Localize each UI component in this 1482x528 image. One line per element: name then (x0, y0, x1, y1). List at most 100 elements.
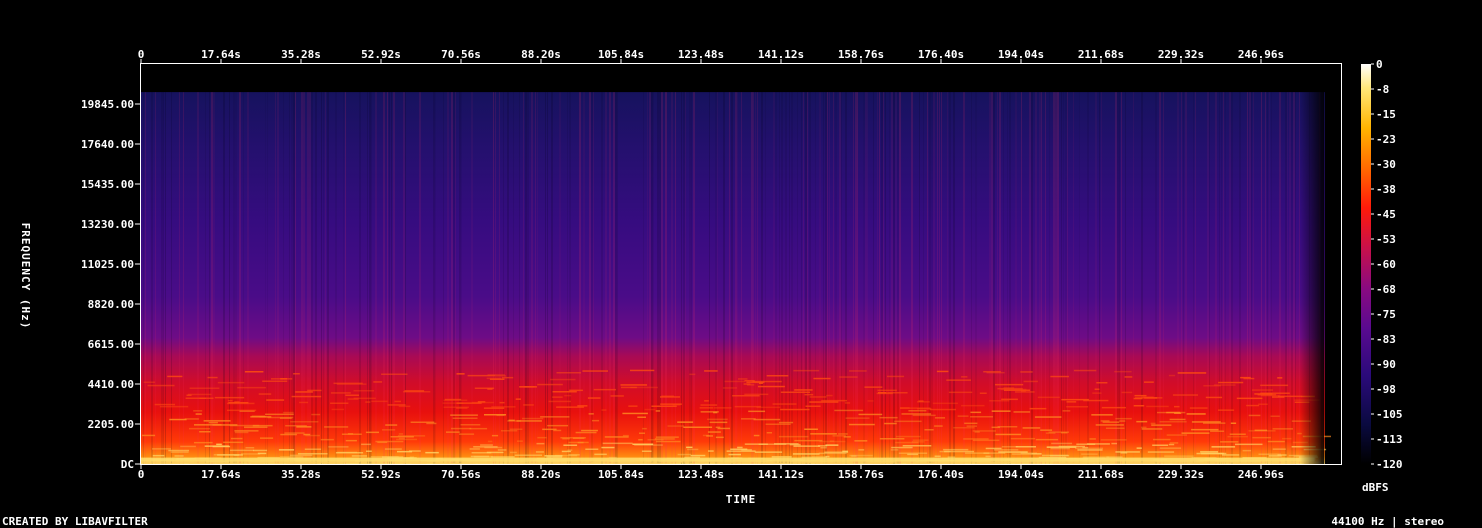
spectrogram-stripe (1269, 92, 1270, 464)
spectrogram-harmonic (1213, 384, 1236, 386)
spectrogram-harmonic (794, 439, 823, 442)
spectrogram-stripe (569, 92, 571, 464)
spectrogram-stripe (579, 92, 581, 464)
spectrogram-stripe (155, 92, 156, 464)
spectrogram-stripe (833, 92, 834, 464)
spectrogram-harmonic (594, 453, 607, 456)
spectrogram-harmonic (193, 410, 203, 412)
spectrogram-harmonic (655, 436, 679, 438)
spectrogram-harmonic (1205, 396, 1223, 399)
spectrogram-harmonic (547, 424, 569, 427)
spectrogram-harmonic (772, 403, 797, 405)
x-tick-label-top: 70.56s (441, 48, 481, 61)
spectrogram-harmonic (564, 394, 572, 397)
spectrogram-harmonic (849, 454, 873, 457)
spectrogram-harmonic (610, 395, 624, 397)
spectrogram-harmonic (330, 392, 351, 394)
x-tick-label-top: 158.76s (838, 48, 884, 61)
spectrogram-stripe (809, 92, 811, 464)
spectrogram-harmonic (562, 437, 570, 440)
spectrogram-stripe (567, 92, 568, 464)
spectrogram-harmonic (771, 456, 792, 458)
spectrogram-harmonic (1267, 461, 1279, 464)
spectrogram-harmonic (229, 449, 254, 452)
spectrogram-harmonic (1023, 380, 1038, 383)
spectrogram-harmonic (901, 413, 932, 415)
spectrogram-harmonic (985, 447, 1002, 450)
spectrogram-harmonic (1150, 422, 1156, 425)
spectrogram-stripe (615, 92, 617, 464)
spectrogram-harmonic (217, 381, 245, 384)
spectrogram-stripe (591, 92, 593, 464)
x-tick-label-bottom: 229.32s (1158, 468, 1204, 481)
spectrogram-harmonic (844, 402, 851, 404)
spectrogram-harmonic (654, 438, 675, 440)
spectrogram-harmonic (278, 449, 295, 451)
spectrogram-harmonic (1172, 394, 1198, 396)
spectrogram-harmonic (189, 427, 210, 430)
x-tick-label-top: 141.12s (758, 48, 804, 61)
spectrogram-harmonic (212, 445, 231, 448)
spectrogram-stripe (1055, 92, 1057, 464)
spectrogram-harmonic (398, 437, 405, 440)
spectrogram-harmonic (936, 370, 949, 373)
spectrogram-stripe (275, 92, 276, 464)
spectrogram-stripe (1265, 92, 1266, 464)
spectrogram-stripe (359, 92, 361, 464)
spectrogram-harmonic (324, 426, 349, 428)
spectrogram-harmonic (753, 418, 781, 421)
spectrogram-stripe (1219, 92, 1220, 464)
spectrogram-harmonic (1169, 442, 1179, 444)
spectrogram-stripe (559, 92, 561, 464)
spectrogram-harmonic (867, 400, 874, 402)
y-tick-label: 6615.00 (88, 338, 134, 351)
spectrogram-stripe (419, 92, 421, 464)
spectrogram-stripe (893, 92, 895, 464)
spectrogram-harmonic (651, 405, 677, 407)
spectrogram-harmonic (746, 381, 765, 384)
spectrogram-stripe (805, 92, 807, 464)
spectrogram-harmonic (569, 389, 583, 392)
spectrogram-stripe (1015, 92, 1017, 464)
x-axis-top: 0 17.64s 35.28s 52.92s 70.56s 88.20s 105.84s 12… (138, 48, 1284, 63)
spectrogram-harmonic (1191, 428, 1219, 431)
spectrogram-harmonic (700, 404, 718, 406)
spectrogram-stripe (1289, 92, 1291, 464)
x-tick-label-bottom: 176.40s (918, 468, 964, 481)
spectrogram-stripe (1073, 92, 1074, 464)
spectrogram-harmonic (487, 440, 493, 443)
spectrogram-harmonic (593, 388, 616, 391)
spectrogram-harmonic (1235, 443, 1263, 446)
spectrogram-harmonic (995, 433, 1022, 436)
spectrogram-harmonic (291, 395, 322, 398)
spectrogram-harmonic (965, 452, 990, 454)
spectrogram-stripe (233, 92, 235, 464)
spectrogram-harmonic (637, 416, 646, 418)
spectrogram-stripe (405, 92, 406, 464)
x-tick-label-bottom: 52.92s (361, 468, 401, 481)
spectrogram-harmonic (1141, 396, 1154, 398)
spectrogram-harmonic (858, 413, 883, 416)
spectrogram-harmonic (700, 411, 719, 413)
spectrogram-harmonic (234, 454, 239, 456)
x-axis-title: TIME (726, 493, 757, 506)
spectrogram-stripe (1065, 92, 1067, 464)
spectrogram-stripe (997, 92, 998, 464)
spectrogram-stripe (649, 92, 651, 464)
spectrogram-stripe (435, 92, 436, 464)
spectrogram-harmonic (1105, 427, 1125, 429)
spectrogram-harmonic (1141, 428, 1163, 430)
spectrogram-harmonic (1066, 406, 1089, 408)
spectrogram-harmonic (604, 436, 629, 438)
spectrogram-harmonic (1252, 436, 1271, 439)
spectrogram-stripe (145, 92, 146, 464)
spectrogram-harmonic (677, 453, 691, 456)
spectrogram-harmonic (501, 376, 514, 379)
spectrogram-stripe (527, 92, 529, 464)
spectrogram-harmonic (934, 417, 945, 419)
spectrogram-harmonic (258, 393, 272, 395)
spectrogram-harmonic (793, 445, 821, 447)
x-tick-label-bottom: 123.48s (678, 468, 724, 481)
spectrogram-harmonic (634, 444, 663, 446)
spectrogram-harmonic (1252, 389, 1273, 391)
